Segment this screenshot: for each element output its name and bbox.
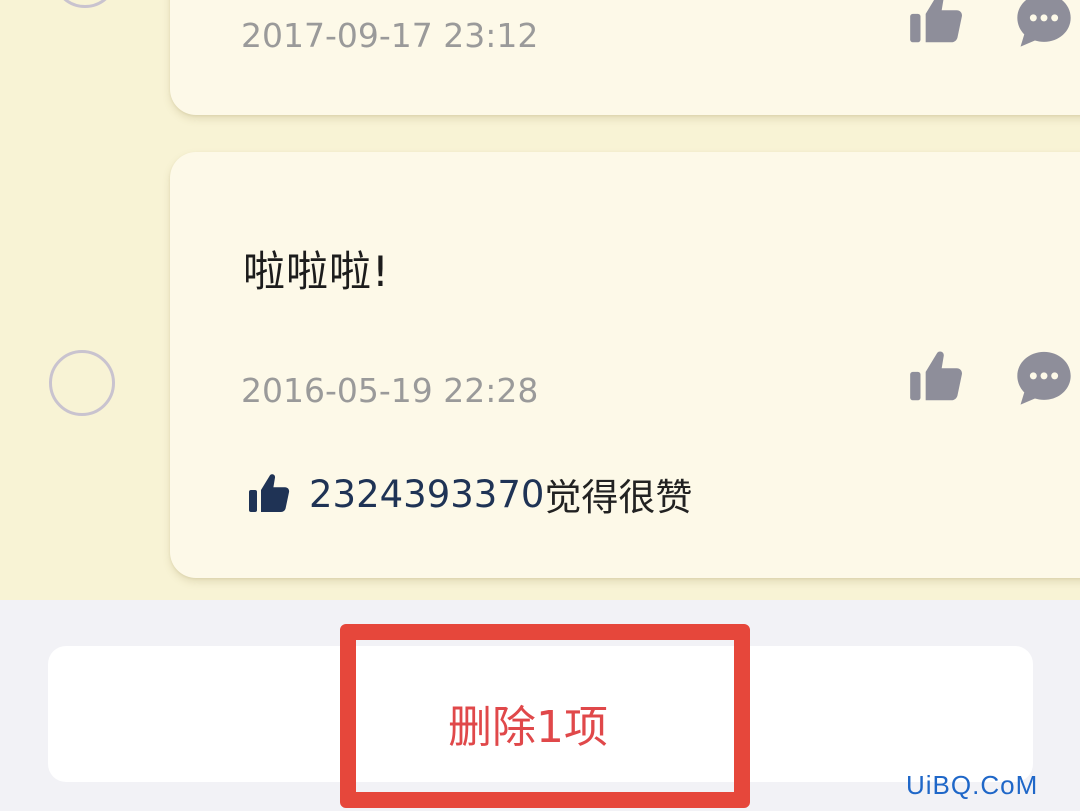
select-checkbox[interactable] (52, 0, 118, 8)
delete-button-label: 删除1项 (448, 702, 608, 753)
likes-summary: 2324393370 觉得很赞 (245, 470, 693, 519)
screen: 2017-09-17 23:12 啦啦啦! 2016-05-19 22:28 2… (0, 0, 1080, 811)
post-list[interactable]: 2017-09-17 23:12 啦啦啦! 2016-05-19 22:28 2… (0, 0, 1080, 600)
post-timestamp: 2017-09-17 23:12 (241, 16, 539, 55)
post-text: 啦啦啦! (243, 247, 390, 296)
thumbs-up-icon (249, 474, 290, 512)
comment-bubble-icon[interactable] (1012, 0, 1076, 52)
watermark-text: UiBQ.CoM (906, 770, 1039, 800)
delete-panel: 删除1项 (48, 646, 1033, 782)
thumbs-up-icon[interactable] (905, 346, 967, 408)
delete-selected-button[interactable]: 删除1项 (48, 646, 1033, 782)
likes-suffix-text: 觉得很赞 (544, 476, 693, 519)
post-timestamp: 2016-05-19 22:28 (241, 371, 539, 410)
comment-bubble-icon[interactable] (1012, 346, 1076, 410)
liker-name-link[interactable]: 2324393370 (309, 473, 544, 516)
thumbs-up-icon[interactable] (905, 0, 967, 50)
select-checkbox[interactable] (49, 350, 115, 416)
